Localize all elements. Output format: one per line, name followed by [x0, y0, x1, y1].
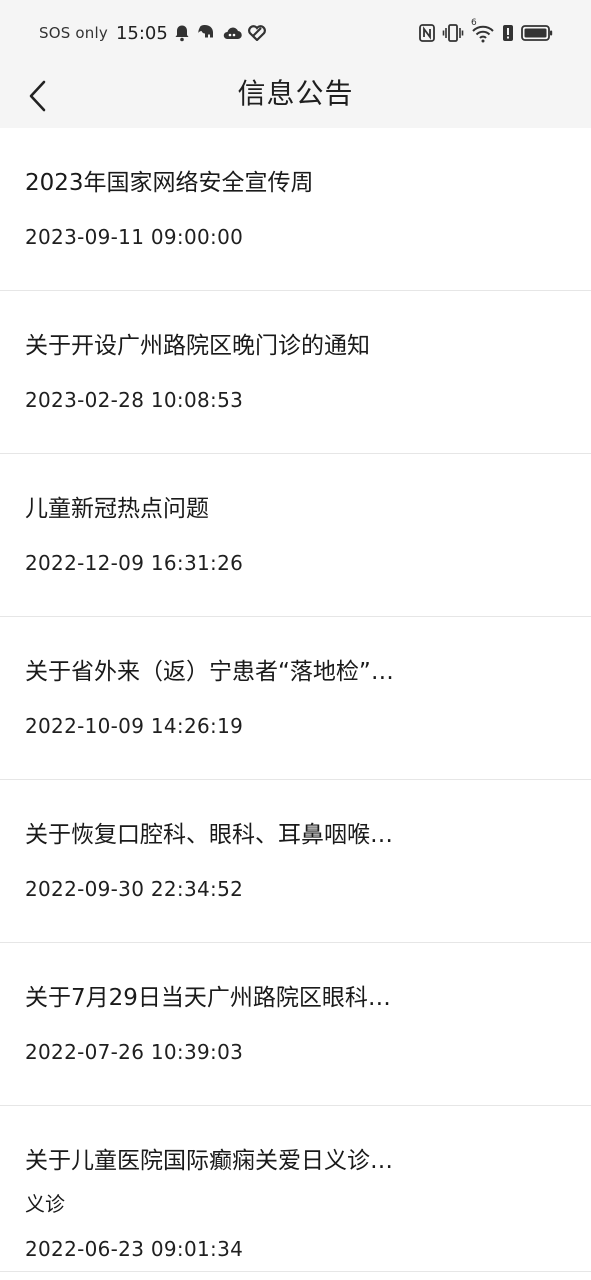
notice-title: 关于开设广州路院区晚门诊的通知: [25, 333, 370, 359]
notice-date: 2023-02-28 10:08:53: [25, 388, 244, 412]
notice-title: 关于7月29日当天广州路院区眼科…: [25, 985, 391, 1011]
page-title: 信息公告: [237, 77, 354, 110]
notice-date: 2022-09-30 22:34:52: [25, 877, 244, 901]
notice-item-2[interactable]: 关于开设广州路院区晚门诊的通知 2023-02-28 10:08:53: [0, 291, 591, 454]
notice-item-3[interactable]: 儿童新冠热点问题 2022-12-09 16:31:26: [0, 454, 591, 617]
nfc-icon: [419, 24, 435, 42]
notice-title: 2023年国家网络安全宣传周: [25, 170, 314, 196]
carrier-label: SOS only: [39, 24, 108, 42]
notice-item-6[interactable]: 关于7月29日当天广州路院区眼科… 2022-07-26 10:39:03: [0, 943, 591, 1106]
notice-date: 2023-09-11 09:00:00: [25, 225, 244, 249]
notice-title: 关于省外来（返）宁患者“落地检”…: [25, 659, 394, 685]
wifi-icon: 6: [471, 18, 495, 43]
notice-title: 儿童新冠热点问题: [25, 496, 209, 522]
alert-icon: [502, 24, 514, 42]
clock: 15:05: [115, 22, 168, 44]
vibrate-icon: [442, 23, 464, 43]
status-left: SOS only 15:05: [39, 21, 266, 45]
notice-date: 2022-12-09 16:31:26: [25, 551, 244, 575]
heart-icon: [247, 25, 266, 41]
page-header: 信息公告: [0, 64, 591, 128]
notice-title: 关于恢复口腔科、眼科、耳鼻咽喉…: [25, 822, 393, 848]
notice-date: 2022-06-23 09:01:34: [25, 1237, 244, 1261]
status-bar: SOS only 15:05 6: [0, 0, 591, 64]
notice-item-7[interactable]: 关于儿童医院国际癫痫关爱日义诊… 义诊 2022-06-23 09:01:34: [0, 1106, 591, 1272]
app-screen: SOS only 15:05 6 信息公告 2023年国家网络安全宣传周 202…: [0, 0, 591, 1280]
cloud-icon: [222, 25, 242, 41]
notice-item-1[interactable]: 2023年国家网络安全宣传周 2023-09-11 09:00:00: [0, 128, 591, 291]
battery-icon: [521, 24, 553, 42]
notice-title: 关于儿童医院国际癫痫关爱日义诊…: [25, 1148, 393, 1174]
wifi-label: 6: [471, 18, 477, 28]
notice-date: 2022-10-09 14:26:19: [25, 714, 244, 738]
notice-date: 2022-07-26 10:39:03: [25, 1040, 244, 1064]
elephant-icon: [196, 24, 216, 42]
notice-item-4[interactable]: 关于省外来（返）宁患者“落地检”… 2022-10-09 14:26:19: [0, 617, 591, 780]
bell-icon: [174, 24, 190, 42]
notice-item-5[interactable]: 关于恢复口腔科、眼科、耳鼻咽喉… 2022-09-30 22:34:52: [0, 780, 591, 943]
status-right: 6: [419, 18, 553, 44]
notice-subtitle: 义诊: [25, 1192, 65, 1216]
notice-list: 2023年国家网络安全宣传周 2023-09-11 09:00:00 关于开设广…: [0, 128, 591, 1272]
